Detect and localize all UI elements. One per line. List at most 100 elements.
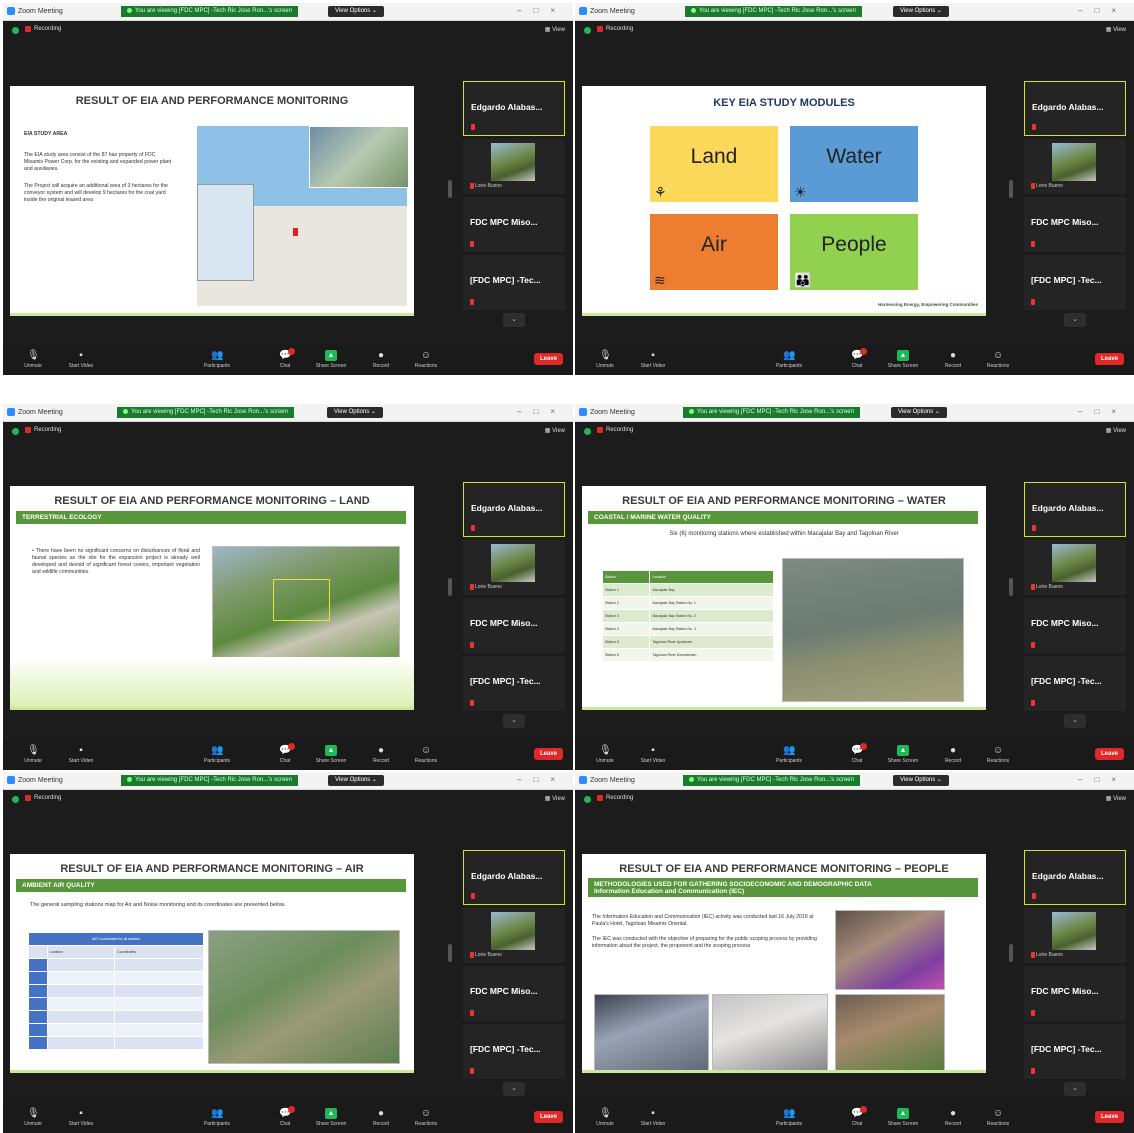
view-options-button[interactable]: View Options ⌄ [328,775,384,786]
unmute-button[interactable]: 🎙 Unmute [585,745,625,764]
security-shield-icon[interactable] [584,27,591,34]
scroll-handle[interactable] [448,578,452,596]
leave-button[interactable]: Leave [533,353,563,365]
scroll-handle[interactable] [1009,578,1013,596]
unmute-button[interactable]: 🎙 Unmute [585,1108,625,1127]
share-screen-button[interactable]: ▲ Share Screen [311,350,351,369]
participant-tile[interactable]: Edgardo Alabas... [463,482,565,537]
reactions-button[interactable]: ☺ Reactions [978,1108,1018,1127]
participant-tile[interactable]: [FDC MPC] -Tec... [1024,656,1126,711]
reactions-button[interactable]: ☺ Reactions [406,350,446,369]
share-screen-button[interactable]: ▲ Share Screen [883,350,923,369]
view-options-button[interactable]: View Options ⌄ [893,775,949,786]
share-screen-button[interactable]: ▲ Share Screen [311,1108,351,1127]
view-options-button[interactable]: View Options ⌄ [893,6,949,17]
view-options-button[interactable]: View Options ⌄ [327,407,383,418]
unmute-button[interactable]: 🎙 Unmute [13,745,53,764]
leave-button[interactable]: Leave [1094,1111,1124,1123]
window-controls[interactable]: –□× [517,407,567,416]
start-video-button[interactable]: ▪ Start Video [61,1108,101,1127]
unmute-button[interactable]: 🎙 Unmute [585,350,625,369]
participants-button[interactable]: 👥 Participants [769,745,809,764]
view-options-button[interactable]: View Options ⌄ [891,407,947,418]
leave-button[interactable]: Leave [533,748,563,760]
view-button[interactable]: ▦ View [545,26,565,33]
record-button[interactable]: ● Record [361,745,401,764]
chat-button[interactable]: 💬 Chat [837,348,877,369]
view-button[interactable]: ▦ View [1106,26,1126,33]
participant-tile[interactable]: [FDC MPC] -Tec... [463,255,565,310]
participant-tile[interactable]: Edgardo Alabas... [1024,81,1126,136]
participant-tile[interactable]: Edgardo Alabas... [463,81,565,136]
security-shield-icon[interactable] [12,27,19,34]
leave-button[interactable]: Leave [1094,353,1124,365]
leave-button[interactable]: Leave [533,1111,563,1123]
security-shield-icon[interactable] [584,428,591,435]
view-button[interactable]: ▦ View [545,427,565,434]
chat-button[interactable]: 💬 Chat [837,1106,877,1127]
chat-button[interactable]: 💬 Chat [265,743,305,764]
window-controls[interactable]: –□× [1078,775,1128,784]
start-video-button[interactable]: ▪ Start Video [633,350,673,369]
record-button[interactable]: ● Record [933,1108,973,1127]
start-video-button[interactable]: ▪ Start Video [633,1108,673,1127]
participant-tile[interactable]: FDC MPC Miso... [1024,598,1126,653]
participant-tile[interactable]: Lorie Bueno [463,540,565,595]
window-controls[interactable]: –□× [1078,407,1128,416]
record-button[interactable]: ● Record [361,350,401,369]
participants-button[interactable]: 👥 Participants [197,745,237,764]
participants-button[interactable]: 👥 Participants [769,1108,809,1127]
start-video-button[interactable]: ▪ Start Video [61,745,101,764]
scroll-handle[interactable] [1009,180,1013,198]
chat-button[interactable]: 💬 Chat [837,743,877,764]
scroll-handle[interactable] [448,180,452,198]
participant-tile[interactable]: Edgardo Alabas... [1024,850,1126,905]
chevron-down-icon[interactable]: ⌄ [503,313,525,327]
participant-tile[interactable]: Edgardo Alabas... [1024,482,1126,537]
participant-tile[interactable]: Lorie Bueno [1024,540,1126,595]
record-button[interactable]: ● Record [933,745,973,764]
chevron-down-icon[interactable]: ⌄ [1064,313,1086,327]
participant-tile[interactable]: Edgardo Alabas... [463,850,565,905]
window-controls[interactable]: –□× [517,6,567,15]
security-shield-icon[interactable] [12,796,19,803]
window-controls[interactable]: –□× [517,775,567,784]
participant-tile[interactable]: Lorie Bueno [463,139,565,194]
share-screen-button[interactable]: ▲ Share Screen [311,745,351,764]
scroll-handle[interactable] [1009,944,1013,962]
participant-tile[interactable]: Lorie Bueno [1024,908,1126,963]
chevron-down-icon[interactable]: ⌄ [1064,1082,1086,1096]
reactions-button[interactable]: ☺ Reactions [406,1108,446,1127]
reactions-button[interactable]: ☺ Reactions [978,350,1018,369]
participant-tile[interactable]: FDC MPC Miso... [1024,197,1126,252]
unmute-button[interactable]: 🎙 Unmute [13,1108,53,1127]
reactions-button[interactable]: ☺ Reactions [406,745,446,764]
participant-tile[interactable]: FDC MPC Miso... [463,598,565,653]
reactions-button[interactable]: ☺ Reactions [978,745,1018,764]
chevron-down-icon[interactable]: ⌄ [1064,714,1086,728]
participants-button[interactable]: 👥 Participants [197,1108,237,1127]
leave-button[interactable]: Leave [1094,748,1124,760]
security-shield-icon[interactable] [584,796,591,803]
participant-tile[interactable]: Lorie Bueno [463,908,565,963]
view-button[interactable]: ▦ View [1106,427,1126,434]
participant-tile[interactable]: Lorie Bueno [1024,139,1126,194]
participant-tile[interactable]: [FDC MPC] -Tec... [463,656,565,711]
scroll-handle[interactable] [448,944,452,962]
chat-button[interactable]: 💬 Chat [265,348,305,369]
record-button[interactable]: ● Record [933,350,973,369]
start-video-button[interactable]: ▪ Start Video [61,350,101,369]
window-controls[interactable]: –□× [1078,6,1128,15]
chevron-down-icon[interactable]: ⌄ [503,714,525,728]
participant-tile[interactable]: [FDC MPC] -Tec... [1024,1024,1126,1079]
share-screen-button[interactable]: ▲ Share Screen [883,1108,923,1127]
security-shield-icon[interactable] [12,428,19,435]
participant-tile[interactable]: FDC MPC Miso... [1024,966,1126,1021]
view-options-button[interactable]: View Options ⌄ [328,6,384,17]
participant-tile[interactable]: [FDC MPC] -Tec... [1024,255,1126,310]
participant-tile[interactable]: FDC MPC Miso... [463,197,565,252]
participants-button[interactable]: 👥 Participants [769,350,809,369]
record-button[interactable]: ● Record [361,1108,401,1127]
unmute-button[interactable]: 🎙 Unmute [13,350,53,369]
participants-button[interactable]: 👥 Participants [197,350,237,369]
